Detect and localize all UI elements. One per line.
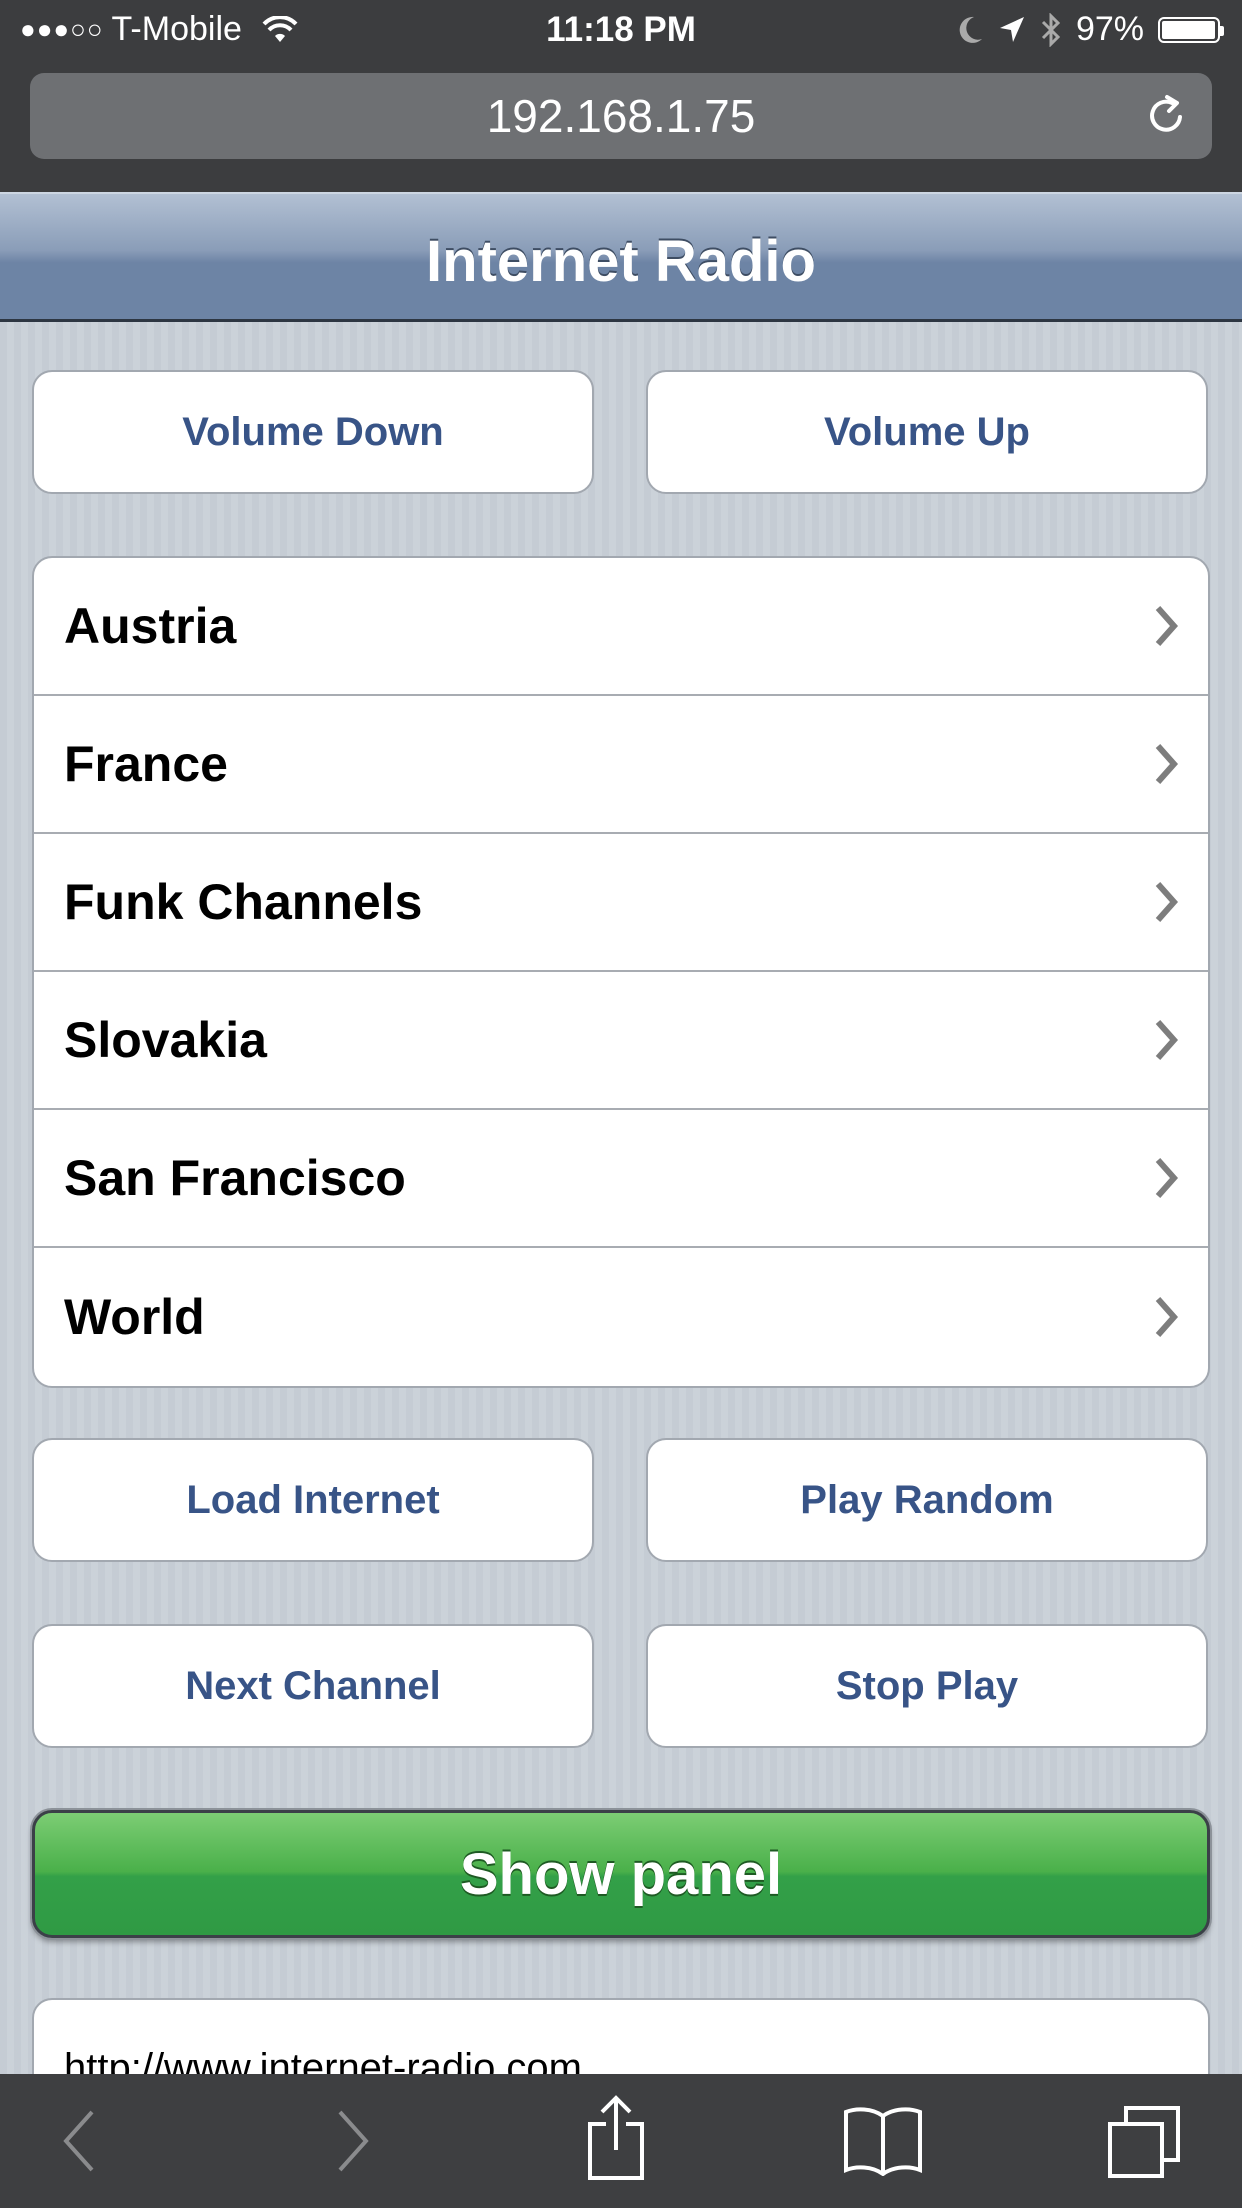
url-text: 192.168.1.75 (486, 90, 756, 142)
footer-link[interactable]: http://www.internet-radio.com (64, 2046, 582, 2074)
share-icon[interactable] (584, 2094, 648, 2182)
volume-up-button[interactable]: Volume Up (646, 370, 1208, 494)
reload-icon[interactable] (1142, 91, 1190, 139)
moon-icon (959, 16, 982, 43)
tabs-icon[interactable] (1106, 2104, 1182, 2180)
list-item-label: World (64, 1289, 205, 1345)
chevron-right-icon (1155, 882, 1179, 922)
browser-chrome: ●●●○○ T-Mobile 11:18 PM 97% 192.168.1.75 (0, 0, 1242, 192)
chevron-right-icon (1155, 1158, 1179, 1198)
bluetooth-icon (1041, 12, 1061, 47)
status-right: 97% (956, 10, 1224, 49)
play-random-button[interactable]: Play Random (646, 1438, 1208, 1562)
back-icon[interactable] (56, 2102, 102, 2180)
list-item-label: Funk Channels (64, 874, 423, 930)
browser-toolbar (0, 2074, 1242, 2208)
show-panel-button[interactable]: Show panel (32, 1810, 1210, 1938)
chevron-right-icon (1155, 1020, 1179, 1060)
battery-percent: 97% (1075, 10, 1144, 48)
list-item-label: Austria (64, 598, 237, 654)
chevron-right-icon (1155, 744, 1179, 784)
list-item-funk-channels[interactable]: Funk Channels (34, 834, 1208, 972)
channel-list: Austria France Funk Channels Slovakia Sa… (32, 556, 1210, 1388)
footer-link-box: http://www.internet-radio.com (32, 1998, 1210, 2074)
address-bar[interactable]: 192.168.1.75 (30, 73, 1212, 159)
volume-down-button[interactable]: Volume Down (32, 370, 594, 494)
load-internet-button[interactable]: Load Internet (32, 1438, 594, 1562)
next-channel-button[interactable]: Next Channel (32, 1624, 594, 1748)
forward-icon[interactable] (330, 2102, 376, 2180)
battery-icon (1158, 16, 1224, 43)
list-item-world[interactable]: World (34, 1248, 1208, 1386)
list-item-label: Slovakia (64, 1012, 267, 1068)
list-item-san-francisco[interactable]: San Francisco (34, 1110, 1208, 1248)
stop-play-button[interactable]: Stop Play (646, 1624, 1208, 1748)
list-item-slovakia[interactable]: Slovakia (34, 972, 1208, 1110)
list-item-austria[interactable]: Austria (34, 558, 1208, 696)
page-title: Internet Radio (426, 229, 816, 294)
page-header: Internet Radio (0, 192, 1242, 322)
location-arrow-icon (999, 16, 1024, 42)
main-content: Volume Down Volume Up Austria France Fun… (0, 322, 1242, 2074)
bookmarks-icon[interactable] (842, 2106, 924, 2176)
status-bar: ●●●○○ T-Mobile 11:18 PM 97% (0, 0, 1242, 62)
list-item-label: San Francisco (64, 1150, 406, 1206)
chevron-right-icon (1155, 1297, 1179, 1337)
chevron-right-icon (1155, 606, 1179, 646)
list-item-france[interactable]: France (34, 696, 1208, 834)
list-item-label: France (64, 736, 228, 792)
